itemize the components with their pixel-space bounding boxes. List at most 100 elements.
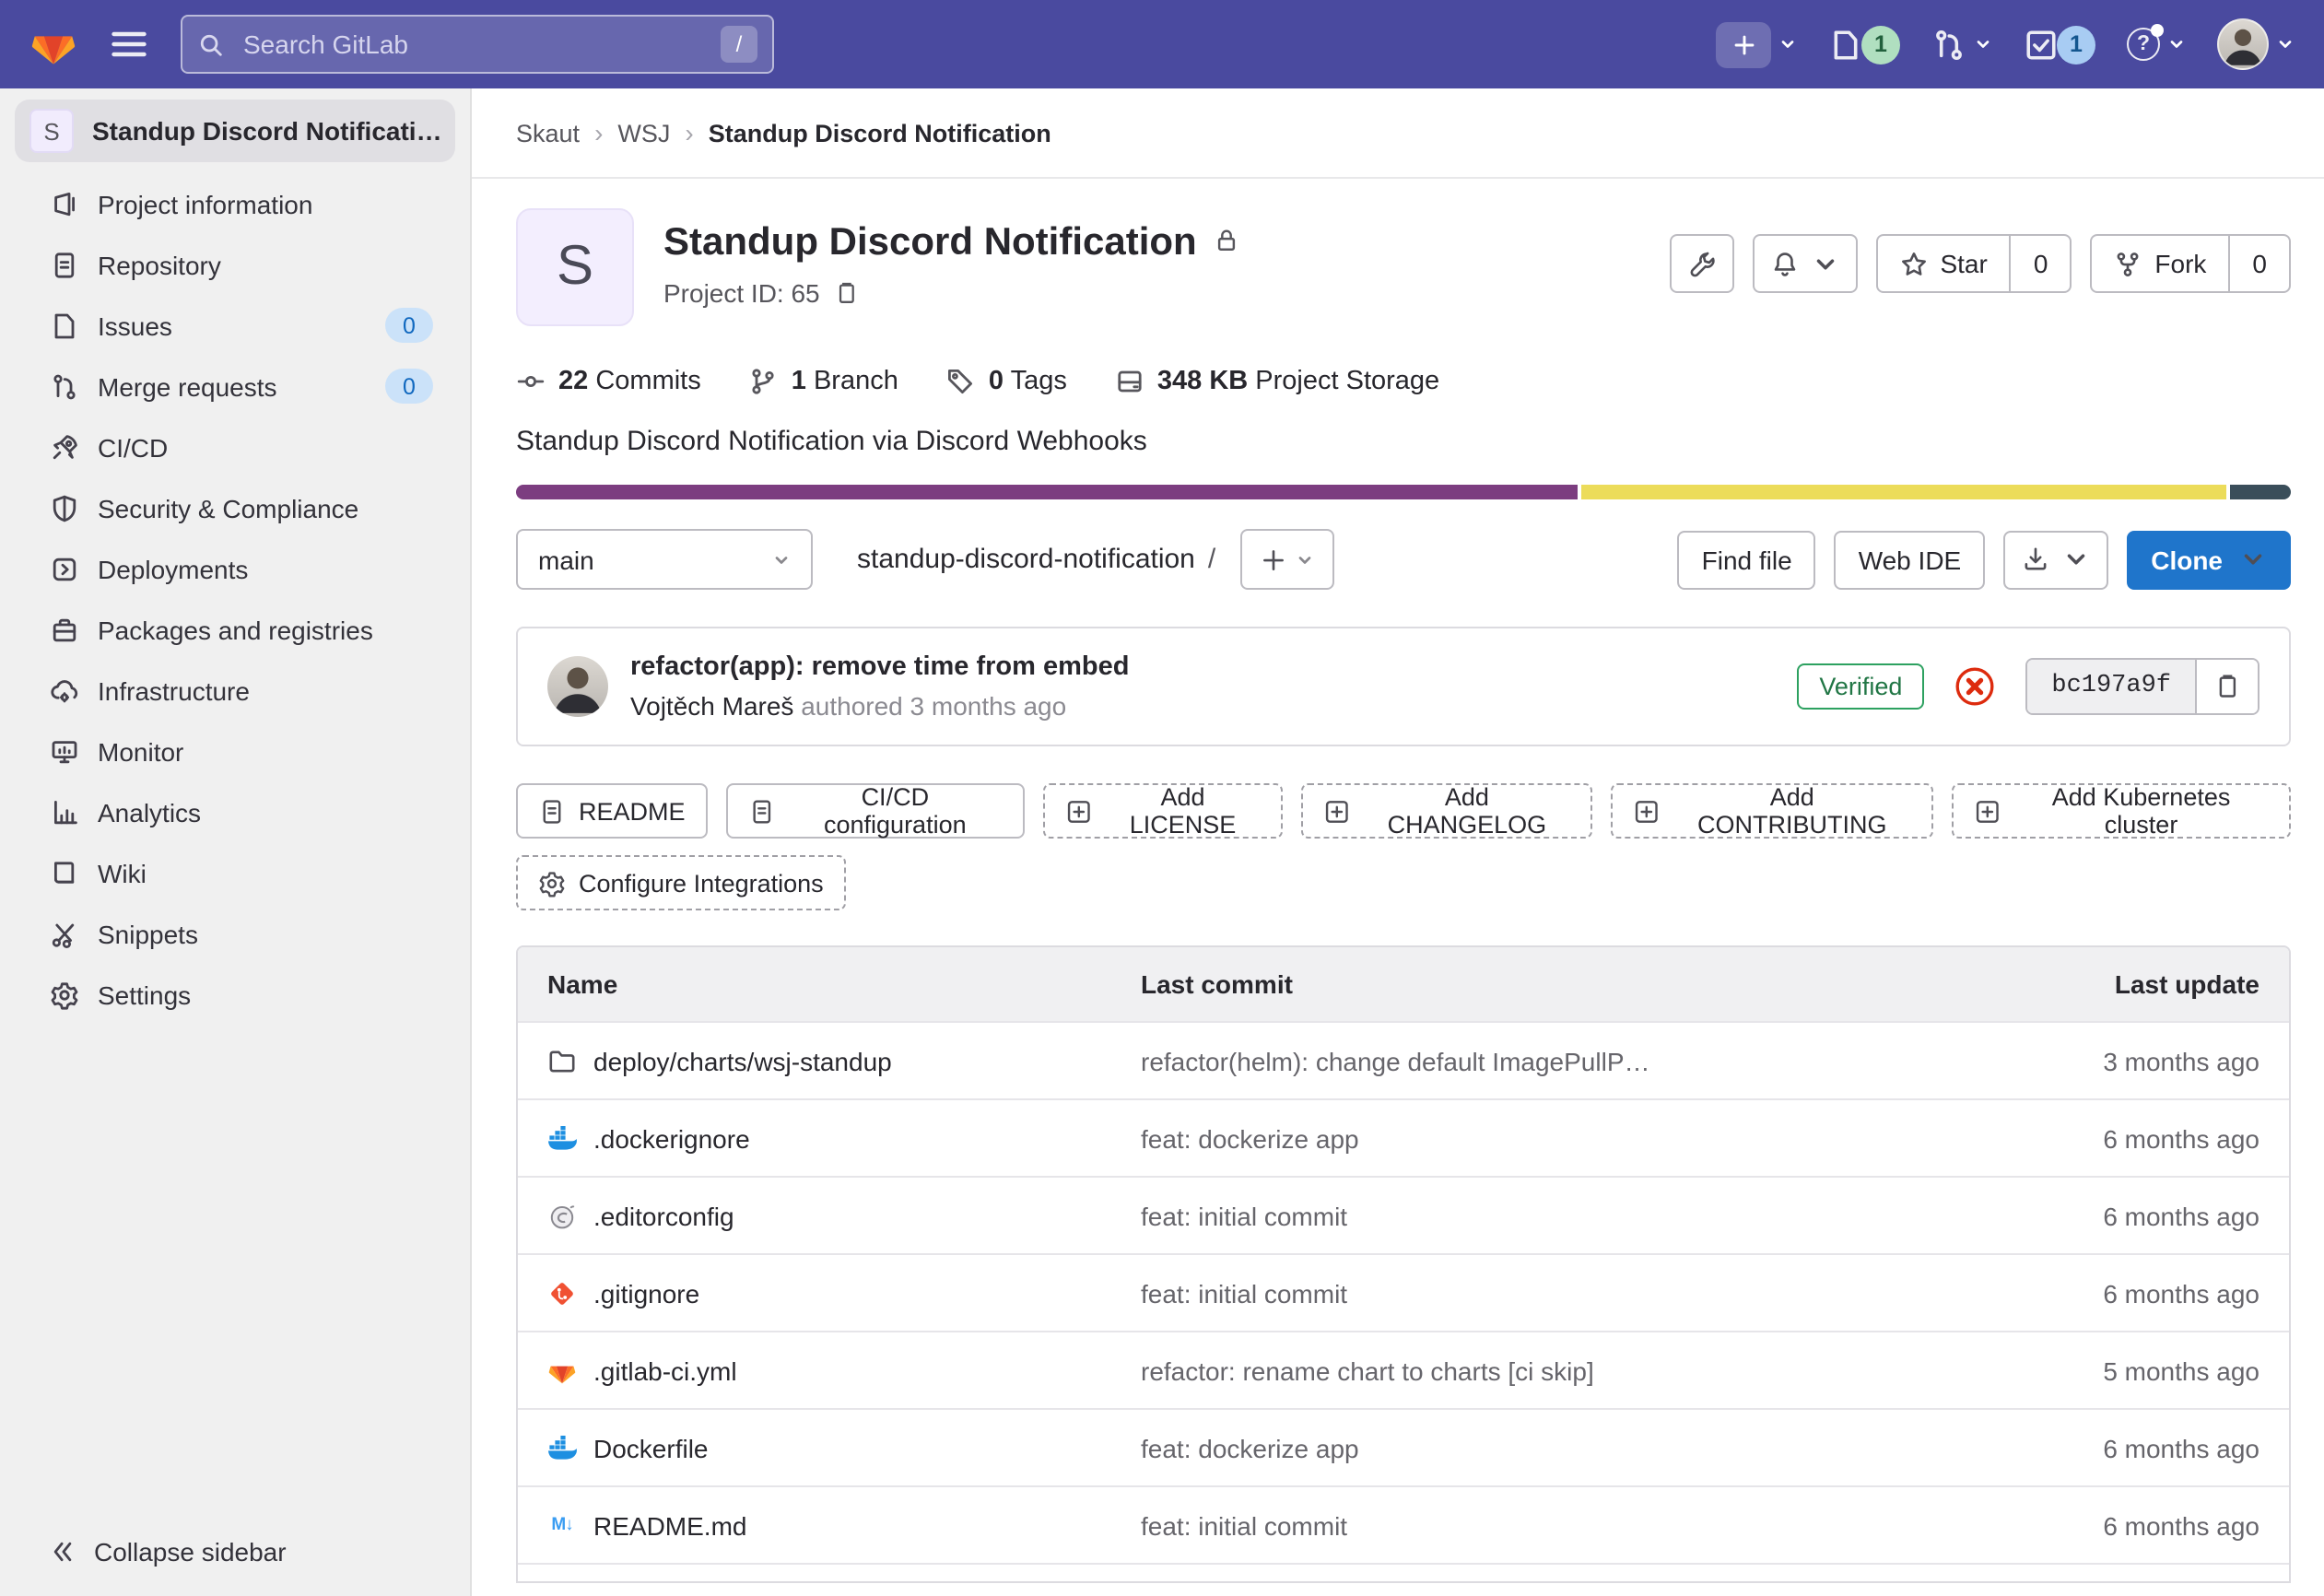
todo-check-icon: [2024, 27, 2059, 62]
copy-project-id-icon[interactable]: [833, 280, 859, 306]
gitlab-project-page: / 1 1 ?: [0, 0, 2324, 1596]
search-input[interactable]: [240, 28, 706, 61]
docker-icon: [547, 1123, 577, 1153]
issues-shortcut-button[interactable]: 1: [1828, 25, 1900, 64]
sidebar-item-security-compliance[interactable]: Security & Compliance: [0, 477, 470, 538]
cloud-gear-icon: [50, 675, 79, 705]
chevron-right-icon: ›: [685, 118, 693, 147]
find-file-button[interactable]: Find file: [1678, 530, 1816, 589]
global-search[interactable]: /: [181, 15, 774, 74]
sidebar-item-settings[interactable]: Settings: [0, 964, 470, 1025]
file-link[interactable]: .gitignore: [518, 1278, 1141, 1308]
cicd-configuration-button[interactable]: CI/CD configuration: [726, 783, 1025, 839]
fork-button[interactable]: Fork 0: [2090, 234, 2291, 293]
wrench-icon: [1687, 250, 1715, 277]
star-button[interactable]: Star 0: [1875, 234, 2072, 293]
table-row: M↓ README.md feat: initial commit 6 mont…: [518, 1485, 2289, 1563]
commit-author-avatar[interactable]: [547, 656, 608, 717]
table-row: .editorconfig feat: initial commit 6 mon…: [518, 1176, 2289, 1253]
commit-message-link[interactable]: feat: dockerize app: [1141, 1433, 1976, 1462]
commit-message-link[interactable]: refactor: rename chart to charts [ci ski…: [1141, 1355, 1976, 1385]
breadcrumb-group[interactable]: Skaut: [516, 119, 580, 147]
commit-message-link[interactable]: feat: initial commit: [1141, 1278, 1976, 1308]
sidebar-item-cicd[interactable]: CI/CD: [0, 417, 470, 477]
branches-stat[interactable]: 1 Branch: [749, 367, 898, 396]
fork-count[interactable]: 0: [2228, 236, 2289, 291]
project-id-label: Project ID: 65: [663, 278, 820, 308]
star-count[interactable]: 0: [2010, 236, 2071, 291]
copy-sha-button[interactable]: [2195, 660, 2258, 713]
sidebar-item-packages-registries[interactable]: Packages and registries: [0, 599, 470, 660]
verified-badge[interactable]: Verified: [1797, 663, 1924, 710]
commit-message-link[interactable]: feat: initial commit: [1141, 1201, 1976, 1230]
breadcrumb-project[interactable]: Standup Discord Notification: [709, 119, 1051, 147]
sidebar-item-monitor[interactable]: Monitor: [0, 721, 470, 781]
merge-requests-menu-button[interactable]: [1931, 27, 1992, 62]
analytics-icon: [50, 797, 79, 827]
web-ide-button[interactable]: Web IDE: [1835, 530, 1986, 589]
file-link[interactable]: .dockerignore: [518, 1123, 1141, 1153]
branch-selector[interactable]: main: [516, 529, 813, 590]
commit-sha-widget: bc197a9f: [2025, 658, 2259, 715]
clone-button[interactable]: Clone: [2127, 530, 2291, 589]
top-navbar: / 1 1 ?: [0, 0, 2324, 88]
file-tree-table: Name Last commit Last update deploy/char…: [516, 945, 2291, 1583]
collapse-sidebar-button[interactable]: Collapse sidebar: [0, 1515, 470, 1589]
search-icon: [197, 30, 225, 58]
sidebar-item-infrastructure[interactable]: Infrastructure: [0, 660, 470, 721]
commit-message-link[interactable]: feat: initial commit: [1141, 1510, 1976, 1540]
help-menu-button[interactable]: ?: [2127, 28, 2186, 61]
column-last-update: Last update: [1976, 969, 2289, 999]
todos-button[interactable]: 1: [2024, 25, 2095, 64]
download-button[interactable]: [2003, 530, 2108, 589]
commit-message-link[interactable]: refactor(helm): change default ImagePull…: [1141, 1046, 1976, 1075]
sidebar-project-context[interactable]: S Standup Discord Notificati…: [15, 100, 455, 162]
sidebar-item-snippets[interactable]: Snippets: [0, 903, 470, 964]
file-link[interactable]: deploy/charts/wsj-standup: [518, 1046, 1141, 1075]
commit-author[interactable]: Vojtěch Mareš: [630, 691, 793, 721]
last-update: 3 months ago: [1976, 1046, 2289, 1075]
commit-message-link[interactable]: feat: dockerize app: [1141, 1123, 1976, 1153]
sidebar-item-project-information[interactable]: Project information: [0, 173, 470, 234]
project-settings-shortcut-button[interactable]: [1669, 234, 1733, 293]
pipeline-failed-icon[interactable]: [1954, 665, 1996, 708]
file-link[interactable]: .editorconfig: [518, 1201, 1141, 1230]
sidebar-item-deployments[interactable]: Deployments: [0, 538, 470, 599]
git-icon: [547, 1278, 577, 1308]
table-row: .gitlab-ci.yml refactor: rename chart to…: [518, 1331, 2289, 1408]
gitlab-file-icon: [547, 1355, 577, 1385]
editorconfig-icon: [547, 1201, 577, 1230]
user-menu-button[interactable]: [2217, 18, 2295, 70]
language-bar[interactable]: [516, 485, 2291, 499]
issues-icon: [50, 311, 79, 340]
breadcrumb-subgroup[interactable]: WSJ: [617, 119, 670, 147]
add-kubernetes-cluster-button[interactable]: Add Kubernetes cluster: [1952, 783, 2291, 839]
plus-icon: [1260, 546, 1285, 572]
new-menu-button[interactable]: [1716, 21, 1797, 67]
add-license-button[interactable]: Add LICENSE: [1043, 783, 1283, 839]
add-file-button[interactable]: [1239, 529, 1333, 590]
sidebar-item-wiki[interactable]: Wiki: [0, 842, 470, 903]
commits-stat[interactable]: 22 Commits: [516, 367, 701, 396]
add-contributing-button[interactable]: Add CONTRIBUTING: [1611, 783, 1932, 839]
sidebar-item-analytics[interactable]: Analytics: [0, 781, 470, 842]
bell-icon: [1770, 250, 1798, 277]
notifications-button[interactable]: [1752, 234, 1857, 293]
gitlab-logo-icon[interactable]: [29, 20, 77, 68]
file-link[interactable]: .gitlab-ci.yml: [518, 1355, 1141, 1385]
tags-stat[interactable]: 0 Tags: [946, 367, 1067, 396]
hamburger-menu-icon[interactable]: [107, 22, 151, 66]
storage-stat[interactable]: 348 KB Project Storage: [1115, 367, 1439, 396]
repo-path[interactable]: standup-discord-notification/: [857, 544, 1215, 575]
file-link[interactable]: Dockerfile: [518, 1433, 1141, 1462]
language-segment-2: [1581, 485, 2227, 499]
sidebar-item-merge-requests[interactable]: Merge requests 0: [0, 356, 470, 417]
configure-integrations-button[interactable]: Configure Integrations: [516, 855, 846, 910]
commit-message[interactable]: refactor(app): remove time from embed: [630, 652, 1129, 682]
sidebar-item-issues[interactable]: Issues 0: [0, 295, 470, 356]
sidebar-item-repository[interactable]: Repository: [0, 234, 470, 295]
add-changelog-button[interactable]: Add CHANGELOG: [1301, 783, 1593, 839]
readme-button[interactable]: README: [516, 783, 708, 839]
fork-icon: [2114, 250, 2142, 277]
file-link[interactable]: M↓ README.md: [518, 1510, 1141, 1540]
